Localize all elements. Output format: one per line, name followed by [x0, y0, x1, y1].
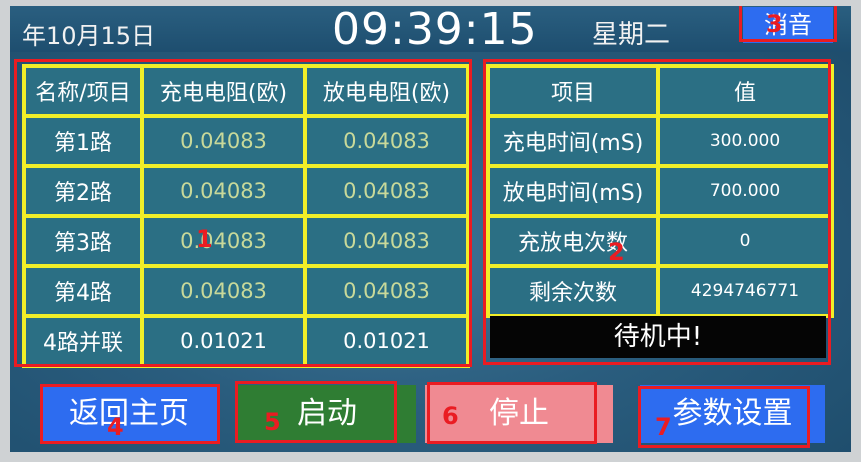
table-row: 剩余次数 4294746771	[486, 264, 834, 318]
column-header-charge-resistance: 充电电阻(欧)	[140, 64, 307, 118]
start-button[interactable]: 启动	[238, 385, 416, 443]
table-header-row: 项目 值	[486, 64, 834, 118]
date-display: 年10月15日	[22, 22, 156, 50]
param-label: 充电时间(mS)	[486, 114, 660, 168]
param-label: 充放电次数	[486, 214, 660, 268]
column-header-item: 项目	[486, 64, 660, 118]
status-bar: 待机中!	[490, 316, 826, 358]
charge-resistance-value: 0.04083	[140, 264, 307, 318]
discharge-resistance-value: 0.04083	[303, 164, 470, 218]
mute-button[interactable]: 消音	[743, 7, 833, 43]
discharge-resistance-value: 0.04083	[303, 214, 470, 268]
table-row: 第3路 0.04083 0.04083	[22, 214, 470, 268]
table-row: 充放电次数 0	[486, 214, 834, 268]
column-header-value: 值	[656, 64, 834, 118]
discharge-resistance-value: 0.04083	[303, 264, 470, 318]
column-header-name: 名称/项目	[22, 64, 144, 118]
parameters-table: 项目 值 充电时间(mS) 300.000 放电时间(mS) 700.000 充…	[486, 64, 834, 318]
top-bar: 年10月15日 09:39:15 星期二 消音	[10, 4, 851, 55]
cycle-count-value: 0	[656, 214, 834, 268]
table-row: 第4路 0.04083 0.04083	[22, 264, 470, 318]
charge-resistance-value: 0.01021	[140, 314, 307, 368]
row-label: 第2路	[22, 164, 144, 218]
charge-resistance-value: 0.04083	[140, 114, 307, 168]
stop-button[interactable]: 停止	[425, 385, 613, 443]
row-label: 第4路	[22, 264, 144, 318]
clock-display: 09:39:15	[332, 4, 538, 55]
settings-button[interactable]: 参数设置	[640, 385, 825, 443]
table-row: 放电时间(mS) 700.000	[486, 164, 834, 218]
row-label: 第3路	[22, 214, 144, 268]
charge-resistance-value: 0.04083	[140, 164, 307, 218]
param-label: 剩余次数	[486, 264, 660, 318]
resistance-table: 名称/项目 充电电阻(欧) 放电电阻(欧) 第1路 0.04083 0.0408…	[22, 64, 470, 368]
table-row: 第2路 0.04083 0.04083	[22, 164, 470, 218]
table-header-row: 名称/项目 充电电阻(欧) 放电电阻(欧)	[22, 64, 470, 118]
discharge-resistance-value: 0.01021	[303, 314, 470, 368]
home-button[interactable]: 返回主页	[40, 385, 218, 443]
table-row: 充电时间(mS) 300.000	[486, 114, 834, 168]
discharge-time-value: 700.000	[656, 164, 834, 218]
table-row: 4路并联 0.01021 0.01021	[22, 314, 470, 368]
table-row: 第1路 0.04083 0.04083	[22, 114, 470, 168]
remaining-count-value: 4294746771	[656, 264, 834, 318]
row-label: 4路并联	[22, 314, 144, 368]
column-header-discharge-resistance: 放电电阻(欧)	[303, 64, 470, 118]
weekday-display: 星期二	[592, 20, 671, 50]
row-label: 第1路	[22, 114, 144, 168]
charge-time-value: 300.000	[656, 114, 834, 168]
discharge-resistance-value: 0.04083	[303, 114, 470, 168]
screen-bezel-bottom	[0, 452, 861, 462]
param-label: 放电时间(mS)	[486, 164, 660, 218]
charge-resistance-value: 0.04083	[140, 214, 307, 268]
